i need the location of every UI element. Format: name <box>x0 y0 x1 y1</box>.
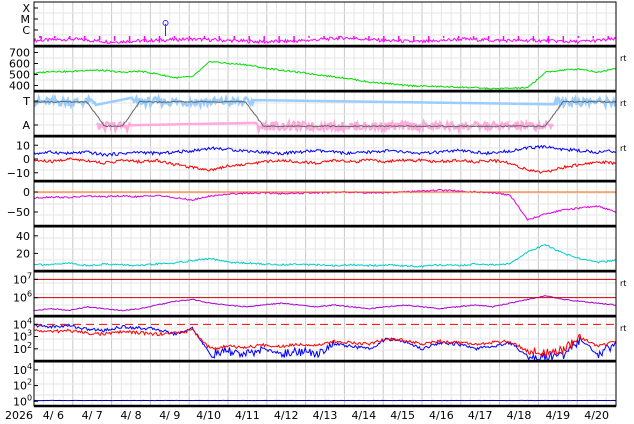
panel-grid <box>33 362 617 406</box>
x-tick-label: 4/ 6 <box>43 409 64 422</box>
y-tick-label: 102 <box>13 341 32 356</box>
x-tick-label: 4/10 <box>196 409 221 422</box>
y-tick-label: 10 <box>16 139 30 152</box>
y-tick-label: 102 <box>13 378 32 393</box>
x-tick-label: 4/16 <box>429 409 454 422</box>
x-tick-label: 4/20 <box>584 409 609 422</box>
side-label: rt <box>620 99 626 108</box>
x-tick-label: 4/19 <box>545 409 570 422</box>
y-tick-label: C <box>22 24 30 37</box>
x-tick-label: 4/14 <box>351 409 376 422</box>
side-label: rt <box>620 279 626 288</box>
y-tick-label: −10 <box>7 167 30 180</box>
y-tick-label: 104 <box>13 362 32 377</box>
side-label: rt <box>620 144 626 153</box>
y-tick-label: 100 <box>13 393 32 408</box>
y-tick-label: 0 <box>23 186 30 199</box>
y-tick-label: 107 <box>13 271 32 286</box>
y-tick-label: −50 <box>7 206 30 219</box>
x-axis: 2026 4/ 6 4/ 7 4/ 8 4/ 9 4/10 4/11 4/12 4/13 4/1… <box>5 409 609 422</box>
side-label: rt <box>620 324 626 333</box>
x-tick-label: 4/ 9 <box>159 409 180 422</box>
y-tick-label: 106 <box>13 290 32 305</box>
y-tick-label: 20 <box>16 247 30 260</box>
chart-panels: XMC700600500400rtTArt100−10rt0−504020107… <box>7 1 626 408</box>
x-tick-label: 4/ 8 <box>120 409 141 422</box>
side-label: rt <box>620 54 626 63</box>
y-tick-label: 400 <box>9 80 30 93</box>
y-tick-label: T <box>22 95 30 108</box>
panel-grid <box>33 47 617 91</box>
year-label: 2026 <box>5 409 33 422</box>
x-tick-label: 4/15 <box>390 409 415 422</box>
panel-grid <box>33 317 617 361</box>
y-tick-label: 40 <box>16 230 30 243</box>
x-tick-label: 4/18 <box>507 409 532 422</box>
space-weather-chart: XMC700600500400rtTArt100−10rt0−504020107… <box>5 1 626 422</box>
x-tick-label: 4/ 7 <box>82 409 103 422</box>
x-tick-label: 4/11 <box>235 409 260 422</box>
x-tick-label: 4/12 <box>274 409 299 422</box>
panel-grid <box>33 272 617 316</box>
panel-grid <box>33 2 617 46</box>
x-tick-label: 4/13 <box>313 409 338 422</box>
panel-neutron: 104102100 <box>13 361 617 408</box>
x-tick-label: 4/17 <box>468 409 493 422</box>
y-tick-label: 0 <box>23 153 30 166</box>
y-tick-label: A <box>22 119 30 132</box>
